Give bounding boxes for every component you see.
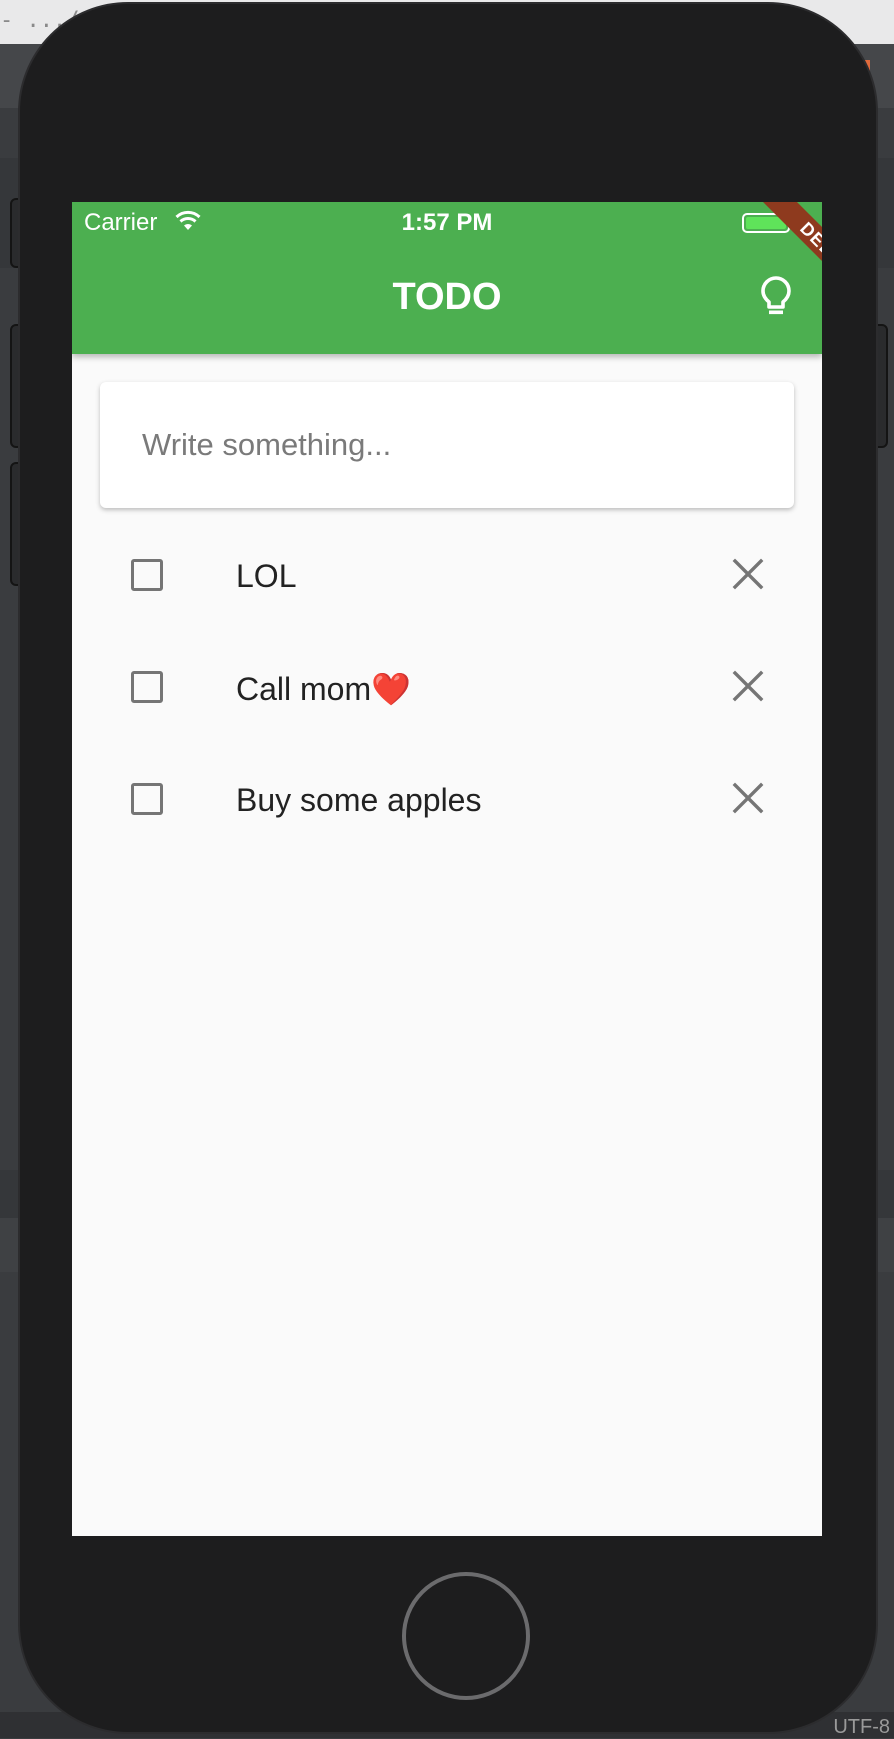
- todo-checkbox[interactable]: [131, 559, 163, 591]
- todo-checkbox[interactable]: [131, 671, 163, 703]
- todo-label: Call mom❤️: [236, 671, 411, 707]
- todo-item: Buy some apples: [72, 748, 822, 860]
- todo-item: Call mom❤️: [72, 636, 822, 748]
- new-todo-card: [100, 382, 794, 508]
- close-icon[interactable]: [730, 556, 766, 592]
- page-title: TODO: [392, 276, 502, 318]
- todo-list: LOL Call mom❤️ Buy some apples: [72, 524, 822, 860]
- close-icon[interactable]: [730, 780, 766, 816]
- todo-label: Buy some apples: [236, 782, 482, 818]
- todo-item: LOL: [72, 524, 822, 636]
- app-bar: Carrier 1:57 PM TODO DEBUG: [72, 202, 822, 354]
- todo-checkbox[interactable]: [131, 783, 163, 815]
- new-todo-input[interactable]: [140, 412, 764, 478]
- lightbulb-icon[interactable]: [752, 272, 800, 320]
- close-icon[interactable]: [730, 668, 766, 704]
- home-button[interactable]: [402, 1572, 530, 1700]
- status-bar: Carrier 1:57 PM: [72, 202, 822, 242]
- ide-encoding-label: UTF-8: [833, 1716, 890, 1738]
- status-time: 1:57 PM: [401, 209, 493, 236]
- app-screen: Carrier 1:57 PM TODO DEBUG Write somethi…: [72, 202, 822, 1536]
- todo-label: LOL: [236, 558, 297, 594]
- battery-charging-icon: [742, 213, 802, 233]
